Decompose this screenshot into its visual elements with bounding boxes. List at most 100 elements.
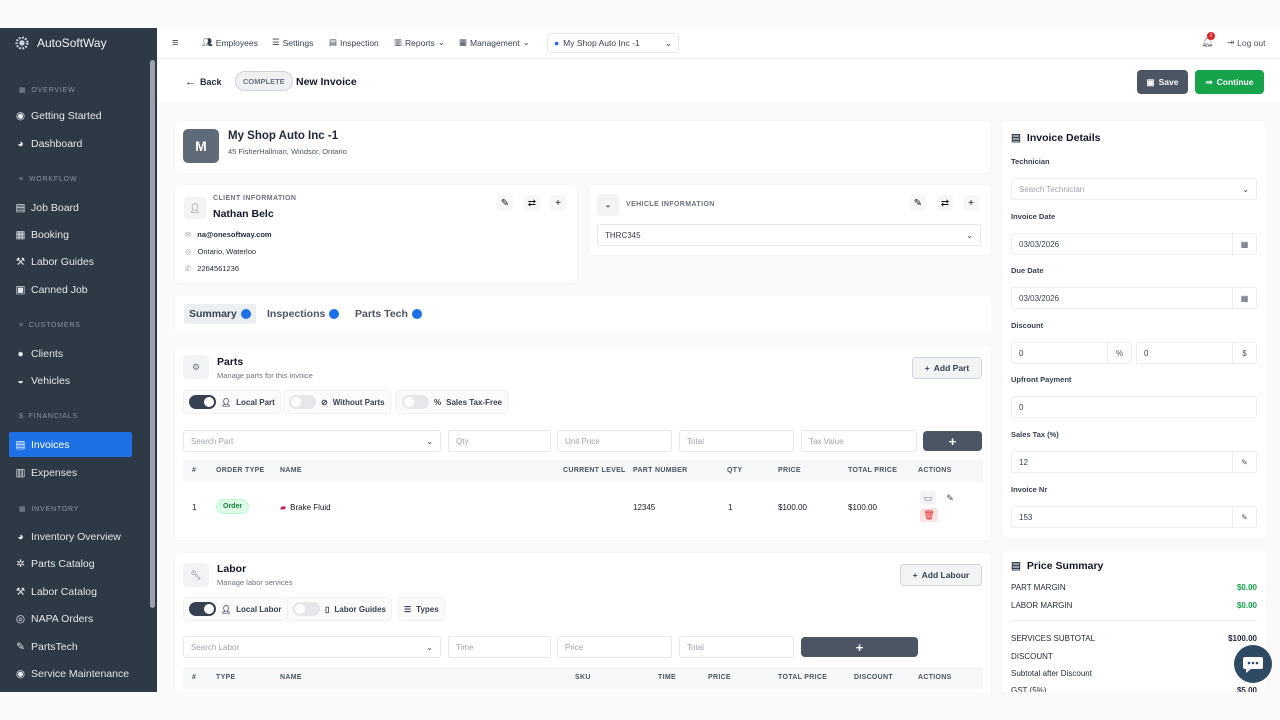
wrench-icon: 🔧︎: [183, 563, 209, 587]
add-labour-button[interactable]: + Add Labour: [900, 564, 982, 586]
calendar-icon[interactable]: ▦: [1232, 288, 1256, 308]
due-date-label: Due Date: [1011, 266, 1044, 275]
invoice-nr-input[interactable]: 153 ✎: [1011, 506, 1257, 528]
calendar-icon[interactable]: ▦: [1232, 234, 1256, 254]
toggle-switch[interactable]: [293, 602, 320, 616]
sidebar-item-canned-job[interactable]: ▣ Canned Job: [9, 277, 132, 302]
edit-vehicle-button[interactable]: ✎: [910, 195, 926, 211]
edit-icon[interactable]: ✎: [1232, 507, 1256, 527]
logout-link[interactable]: ⇥ Log out: [1227, 37, 1266, 48]
continue-button[interactable]: ⇒ Continue: [1195, 70, 1264, 94]
invoice-date-input[interactable]: 03/03/2026 ▦: [1011, 233, 1257, 255]
tab-inspections[interactable]: Inspections: [262, 304, 344, 324]
toggle-switch[interactable]: [289, 395, 316, 409]
edit-client-button[interactable]: ✎: [497, 195, 513, 211]
part-tax-value-input[interactable]: Tax Value: [801, 430, 917, 452]
discount-percent-input[interactable]: 0%: [1011, 342, 1132, 364]
nav-reports[interactable]: ▥ Reports ⌄: [394, 37, 445, 48]
sidebar-item-napa-orders[interactable]: ◎ NAPA Orders: [9, 606, 132, 631]
sales-tax-input[interactable]: 12 ✎: [1011, 451, 1257, 473]
part-unit-price-input[interactable]: Unit Price: [557, 430, 672, 452]
sidebar-item-labor-guides[interactable]: ⚒ Labor Guides: [9, 249, 132, 274]
toggle-switch[interactable]: [402, 395, 429, 409]
toggle-switch[interactable]: [189, 395, 216, 409]
sidebar-item-inventory-overview[interactable]: ◕ Inventory Overview: [9, 524, 132, 549]
edit-part-button[interactable]: ✎: [942, 491, 958, 505]
sidebar-item-booking[interactable]: ▦ Booking: [9, 222, 132, 247]
add-part-button[interactable]: + Add Part: [912, 357, 982, 379]
labor-guides-toggle[interactable]: ▯ Labor Guides: [287, 597, 392, 621]
labor-total-input[interactable]: Total: [679, 636, 794, 658]
shop-selector[interactable]: ● My Shop Auto Inc -1 ⌄: [547, 33, 679, 53]
sidebar-item-service-maintenance[interactable]: ◉ Service Maintenance: [9, 661, 132, 686]
sidebar-item-getting-started[interactable]: ◉ Getting Started: [9, 103, 132, 128]
sidebar-item-job-board[interactable]: ▤ Job Board: [9, 195, 132, 220]
app-logo[interactable]: AutoSoftWay: [0, 28, 157, 58]
due-date-input[interactable]: 03/03/2026 ▦: [1011, 287, 1257, 309]
labor-time-input[interactable]: Time: [448, 636, 551, 658]
sidebar-item-partstech[interactable]: ✎ PartsTech: [9, 634, 132, 659]
without-parts-toggle[interactable]: ⊘ Without Parts: [283, 390, 391, 414]
local-labor-toggle[interactable]: 👤︎ Local Labor: [183, 597, 288, 621]
receipt-icon: ▥: [15, 466, 26, 479]
upfront-payment-input[interactable]: 0: [1011, 396, 1257, 418]
shop-address: 45 FisherHallman, Windsor, Ontario: [228, 147, 347, 156]
vehicle-select[interactable]: THRC345 ⌄: [597, 224, 981, 246]
chat-support-button[interactable]: [1234, 645, 1272, 683]
sidebar-item-dashboard[interactable]: ◕ Dashboard: [9, 131, 132, 156]
sidebar-item-vehicles[interactable]: ◒ Vehicles: [9, 368, 132, 393]
add-labor-row-button[interactable]: +: [801, 637, 918, 657]
nav-settings[interactable]: ☰ Settings: [272, 37, 313, 48]
types-button[interactable]: ☰ Types: [398, 597, 445, 621]
dashboard-icon: ◕: [17, 137, 24, 150]
delete-part-button[interactable]: 🗑︎: [920, 508, 938, 522]
location-icon: ◎: [185, 247, 192, 256]
client-email[interactable]: na@onesoftway.com: [197, 230, 271, 239]
sidebar-item-invoices[interactable]: ▤ Invoices: [9, 432, 132, 457]
local-part-toggle[interactable]: 👤︎ Local Part: [183, 390, 281, 414]
chevron-down-icon: ⌄: [966, 230, 973, 240]
toggle-switch[interactable]: [189, 602, 216, 616]
invoice-details-card: ▤ Invoice Details Technician Search Techn…: [1002, 121, 1266, 539]
sidebar-item-labor-catalog[interactable]: ⚒ Labor Catalog: [9, 579, 132, 604]
sidebar: AutoSoftWay ▦ OVERVIEW ◉ Getting Started ◕…: [0, 28, 157, 692]
swap-vehicle-button[interactable]: ⇄: [937, 195, 953, 211]
add-client-button[interactable]: +: [550, 195, 566, 211]
nav-inspection[interactable]: ▤ Inspection: [329, 37, 379, 48]
sidebar-item-clients[interactable]: ● Clients: [9, 341, 132, 366]
hamburger-menu-icon[interactable]: ≡: [172, 37, 178, 49]
sidebar-item-expenses[interactable]: ▥ Expenses: [9, 460, 132, 485]
labor-price-input[interactable]: Price: [557, 636, 672, 658]
client-section-label: CLIENT INFORMATION: [213, 195, 297, 202]
nav-employees[interactable]: 👥︎ Employees: [202, 37, 258, 48]
workflow-icon: ≡: [19, 176, 24, 183]
sidebar-item-parts-catalog[interactable]: ✲ Parts Catalog: [9, 551, 132, 576]
add-vehicle-button[interactable]: +: [963, 195, 979, 211]
sidebar-scrollbar[interactable]: [150, 60, 155, 608]
edit-icon[interactable]: ✎: [1232, 452, 1256, 472]
part-total-input[interactable]: Total: [679, 430, 794, 452]
arrow-right-icon: ⇒: [1205, 76, 1213, 87]
search-part-input[interactable]: Search Part ⌄: [183, 430, 441, 452]
add-part-row-button[interactable]: +: [923, 431, 982, 451]
inventory-icon: ▦: [19, 506, 27, 513]
notifications-bell[interactable]: 🔔︎ 1: [1201, 32, 1215, 48]
users-icon: 👥︎: [202, 37, 213, 47]
swap-client-button[interactable]: ⇄: [524, 195, 540, 211]
tab-parts-tech[interactable]: Parts Tech: [350, 304, 427, 324]
cog-icon: ✲: [16, 557, 25, 570]
technician-select[interactable]: Search Technician ⌄: [1011, 178, 1257, 200]
discount-amount-input[interactable]: 0 $: [1136, 342, 1257, 364]
dollar-symbol: $: [1232, 343, 1256, 363]
vehicle-card: ◒ VEHICLE INFORMATION ✎ ⇄ + THRC345 ⌄: [589, 185, 991, 255]
part-qty-input[interactable]: Qty: [448, 430, 551, 452]
sales-tax-free-toggle[interactable]: % Sales Tax-Free: [396, 390, 509, 414]
note-button[interactable]: ▭: [920, 491, 936, 505]
location-pin-icon: ●: [554, 38, 560, 48]
save-button[interactable]: ▣ Save: [1137, 70, 1188, 94]
search-labor-input[interactable]: Search Labor ⌄: [183, 636, 441, 658]
nav-management[interactable]: ▦ Management ⌄: [459, 37, 530, 48]
shop-name: My Shop Auto Inc -1: [228, 130, 339, 142]
tab-summary[interactable]: Summary: [184, 304, 256, 324]
back-button[interactable]: ← Back: [185, 76, 222, 88]
